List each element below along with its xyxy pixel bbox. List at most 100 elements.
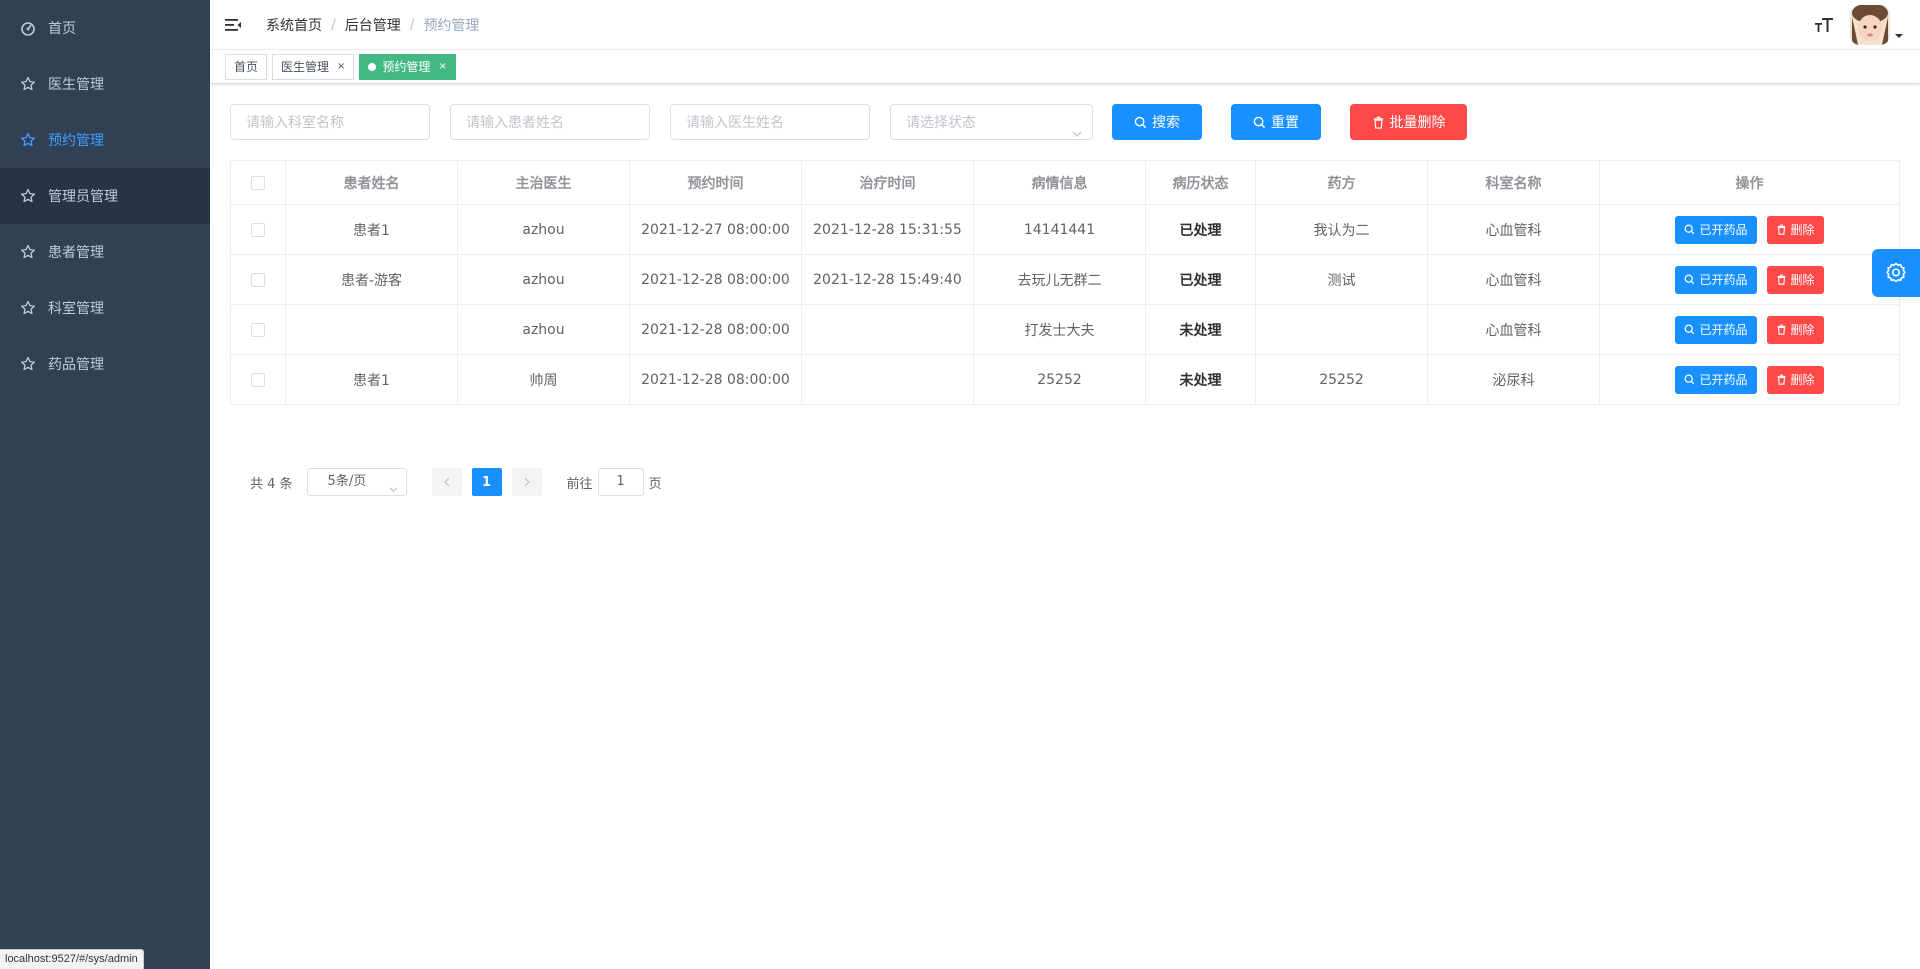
view-medicines-button[interactable]: 已开药品 xyxy=(1675,365,1757,394)
sidebar-item-appointments[interactable]: 预约管理 xyxy=(0,112,210,168)
delete-button[interactable]: 删除 xyxy=(1766,265,1824,294)
delete-button[interactable]: 删除 xyxy=(1766,365,1824,394)
cell-rx xyxy=(1255,304,1428,355)
cell-treat-time xyxy=(801,354,974,405)
table-row: 患者-游客 azhou 2021-12-28 08:00:00 2021-12-… xyxy=(230,254,1900,305)
page-number-button[interactable]: 1 xyxy=(471,468,502,496)
cell-treat-time: 2021-12-28 15:49:40 xyxy=(801,254,974,305)
table-row: 患者1 帅周 2021-12-28 08:00:00 25252 未处理 252… xyxy=(230,354,1900,405)
sidebar-item-home[interactable]: 首页 xyxy=(0,0,210,56)
search-icon xyxy=(1685,324,1695,335)
row-select-cell xyxy=(230,254,286,305)
navbar: 系统首页 / 后台管理 / 预约管理 xyxy=(210,0,1920,50)
dashboard-icon xyxy=(20,20,36,36)
goto-prefix: 前往 xyxy=(566,476,593,492)
cell-doctor: 帅周 xyxy=(457,354,630,405)
row-checkbox[interactable] xyxy=(251,272,265,287)
dept-name-input[interactable] xyxy=(230,104,430,140)
delete-label: 删除 xyxy=(1790,323,1815,337)
breadcrumb-home[interactable]: 系统首页 xyxy=(266,15,322,35)
column-header: 科室名称 xyxy=(1427,160,1600,205)
tag-home[interactable]: 首页 xyxy=(225,53,268,80)
cell-actions: 已开药品 删除 xyxy=(1599,204,1900,255)
goto-page-input[interactable]: 1 xyxy=(597,468,644,496)
cell-appt-time: 2021-12-28 08:00:00 xyxy=(629,254,802,305)
column-header: 病情信息 xyxy=(973,160,1146,205)
breadcrumb-admin[interactable]: 后台管理 xyxy=(345,15,401,35)
tag-doctors[interactable]: 医生管理 × xyxy=(272,53,355,80)
cell-status: 已处理 xyxy=(1145,204,1256,255)
search-icon xyxy=(1685,224,1695,235)
view-medicines-button[interactable]: 已开药品 xyxy=(1675,315,1757,344)
cell-status: 未处理 xyxy=(1145,354,1256,405)
delete-button[interactable]: 删除 xyxy=(1766,315,1824,344)
view-medicines-label: 已开药品 xyxy=(1699,323,1748,337)
cell-dept: 心血管科 xyxy=(1427,304,1600,355)
select-all-checkbox[interactable] xyxy=(251,175,265,190)
sidebar-item-patients[interactable]: 患者管理 xyxy=(0,224,210,280)
table-header-row: 患者姓名 主治医生 预约时间 治疗时间 病情信息 病历状态 药方 科室名称 操作 xyxy=(230,160,1900,205)
batch-delete-label: 批量删除 xyxy=(1389,115,1446,131)
chevron-down-icon xyxy=(1072,117,1082,137)
chevron-down-icon xyxy=(389,478,398,493)
sidebar-item-label: 药品管理 xyxy=(48,357,104,373)
caret-down-icon[interactable] xyxy=(1894,33,1906,39)
doctor-name-input[interactable] xyxy=(670,104,870,140)
delete-label: 删除 xyxy=(1790,373,1815,387)
row-select-cell xyxy=(230,304,286,355)
batch-delete-button[interactable]: 批量删除 xyxy=(1350,104,1467,140)
search-button[interactable]: 搜索 xyxy=(1112,104,1202,140)
trash-icon xyxy=(1373,116,1383,129)
cell-patient: 患者1 xyxy=(285,354,458,405)
prev-page-button[interactable] xyxy=(431,468,462,496)
settings-button[interactable] xyxy=(1872,249,1920,297)
view-medicines-button[interactable]: 已开药品 xyxy=(1675,265,1757,294)
sidebar-item-doctors[interactable]: 医生管理 xyxy=(0,56,210,112)
patient-name-input[interactable] xyxy=(450,104,650,140)
row-checkbox[interactable] xyxy=(251,372,265,387)
close-icon[interactable]: × xyxy=(438,55,446,79)
sidebar-item-label: 管理员管理 xyxy=(48,189,118,205)
cell-appt-time: 2021-12-28 08:00:00 xyxy=(629,304,802,355)
active-dot-icon xyxy=(368,62,377,71)
star-icon xyxy=(20,356,36,372)
sidebar-item-medicines[interactable]: 药品管理 xyxy=(0,336,210,392)
close-icon[interactable]: × xyxy=(337,55,345,79)
star-icon xyxy=(20,132,36,148)
font-size-icon[interactable] xyxy=(1812,13,1836,37)
tag-appointments[interactable]: 预约管理 × xyxy=(359,53,456,80)
page-size-select[interactable]: 5条/页 xyxy=(306,468,407,496)
trash-icon xyxy=(1777,374,1785,385)
star-icon xyxy=(20,244,36,260)
row-checkbox[interactable] xyxy=(251,222,265,237)
cell-info: 去玩儿无群二 xyxy=(973,254,1146,305)
view-medicines-button[interactable]: 已开药品 xyxy=(1675,215,1757,244)
row-checkbox[interactable] xyxy=(251,322,265,337)
column-header: 治疗时间 xyxy=(801,160,974,205)
cell-appt-time: 2021-12-27 08:00:00 xyxy=(629,204,802,255)
cell-treat-time: 2021-12-28 15:31:55 xyxy=(801,204,974,255)
avatar[interactable] xyxy=(1850,5,1890,45)
search-icon xyxy=(1253,116,1266,128)
delete-label: 删除 xyxy=(1790,223,1815,237)
sidebar-item-label: 医生管理 xyxy=(48,77,104,93)
page-jumper: 前往 1 页 xyxy=(567,468,662,496)
next-page-button[interactable] xyxy=(511,468,542,496)
breadcrumb-separator: / xyxy=(409,16,415,33)
column-header: 操作 xyxy=(1599,160,1900,205)
sidebar-item-departments[interactable]: 科室管理 xyxy=(0,280,210,336)
hamburger-icon[interactable] xyxy=(208,0,258,50)
trash-icon xyxy=(1777,224,1785,235)
status-select[interactable]: 请选择状态 xyxy=(890,104,1093,140)
cell-dept: 心血管科 xyxy=(1427,204,1600,255)
row-select-cell xyxy=(230,354,286,405)
reset-button[interactable]: 重置 xyxy=(1231,104,1321,140)
sidebar-item-admins[interactable]: 管理员管理 xyxy=(0,168,210,224)
browser-status-url: localhost:9527/#/sys/admin xyxy=(0,949,144,969)
status-select-placeholder: 请选择状态 xyxy=(906,114,976,130)
cell-actions: 已开药品 删除 xyxy=(1599,354,1900,405)
row-select-cell xyxy=(230,204,286,255)
cell-patient: 患者1 xyxy=(285,204,458,255)
view-medicines-label: 已开药品 xyxy=(1699,273,1748,287)
delete-button[interactable]: 删除 xyxy=(1766,215,1824,244)
